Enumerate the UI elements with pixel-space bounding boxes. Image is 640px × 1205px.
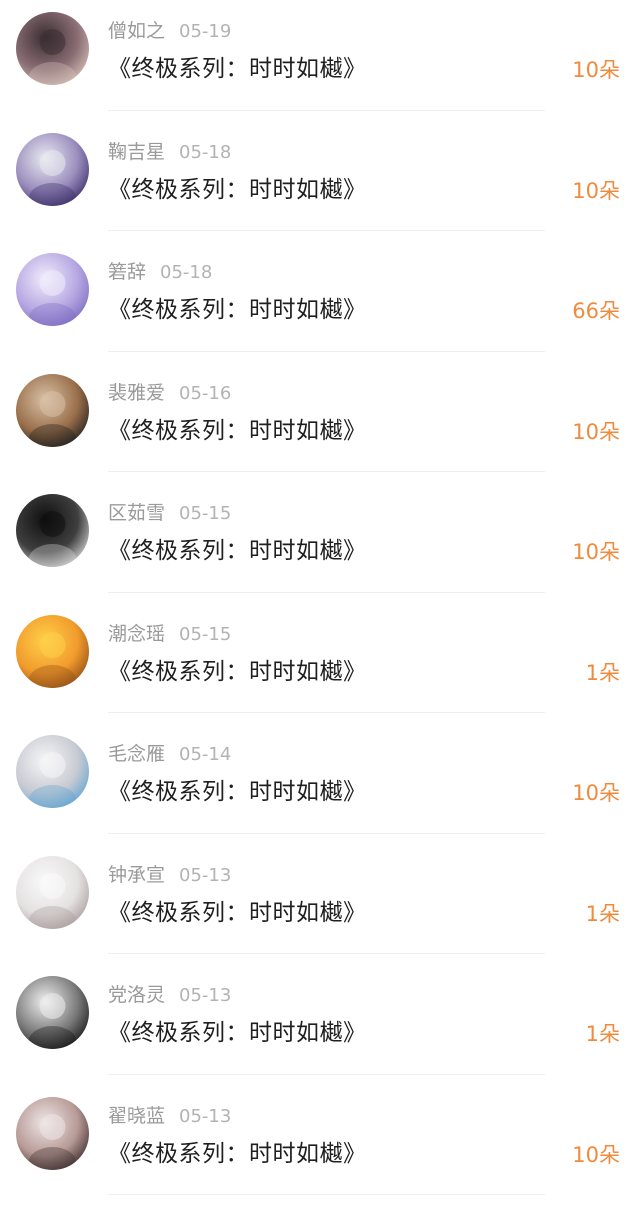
book-title: 《终极系列：时时如樾》	[108, 414, 367, 448]
sender-name[interactable]: 鞠吉星	[108, 141, 165, 163]
row-divider	[108, 953, 545, 954]
book-title: 《终极系列：时时如樾》	[108, 534, 367, 568]
gift-record-list: 僧如之05-19《终极系列：时时如樾》10朵鞠吉星05-18《终极系列：时时如樾…	[0, 0, 640, 1205]
sender-name[interactable]: 僧如之	[108, 20, 165, 42]
row-divider	[108, 471, 545, 472]
send-date: 05-13	[179, 865, 231, 886]
send-date: 05-14	[179, 744, 231, 765]
sender-meta: 区茹雪 05-15	[108, 500, 231, 526]
book-title: 《终极系列：时时如樾》	[108, 52, 367, 86]
sender-name[interactable]: 翟晓蓝	[108, 1105, 165, 1127]
avatar-bw-portrait	[16, 976, 89, 1049]
sender-name[interactable]: 箬辞	[108, 261, 146, 283]
send-date: 05-19	[179, 21, 231, 42]
list-item[interactable]: 毛念雁 05-14 《终极系列：时时如樾》 10朵	[0, 723, 640, 844]
avatar[interactable]	[16, 976, 89, 1049]
send-date: 05-18	[179, 142, 231, 163]
send-date: 05-13	[179, 985, 231, 1006]
list-item[interactable]: 裴雅爱 05-16 《终极系列：时时如樾》 10朵	[0, 362, 640, 483]
row-divider	[108, 110, 545, 111]
sender-meta: 毛念雁 05-14	[108, 741, 231, 767]
flower-amount: 10朵	[572, 55, 620, 85]
sender-meta: 僧如之 05-19	[108, 18, 231, 44]
avatar-girl-portrait	[16, 1097, 89, 1170]
sender-meta: 鞠吉星 05-18	[108, 139, 231, 165]
sender-name[interactable]: 毛念雁	[108, 743, 165, 765]
row-divider	[108, 1194, 545, 1195]
list-item[interactable]: 翟晓蓝 05-13 《终极系列：时时如樾》 10朵	[0, 1085, 640, 1205]
sender-meta: 潮念瑶 05-15	[108, 621, 231, 647]
flower-amount: 10朵	[572, 778, 620, 808]
book-title: 《终极系列：时时如樾》	[108, 896, 367, 930]
avatar-white-sketch	[16, 856, 89, 929]
sender-name[interactable]: 潮念瑶	[108, 623, 165, 645]
row-divider	[108, 712, 545, 713]
list-item[interactable]: 僧如之 05-19 《终极系列：时时如樾》 10朵	[0, 0, 640, 121]
sender-name[interactable]: 党洛灵	[108, 984, 165, 1006]
avatar[interactable]	[16, 1097, 89, 1170]
sender-meta: 翟晓蓝 05-13	[108, 1103, 231, 1129]
sender-name[interactable]: 区茹雪	[108, 502, 165, 524]
flower-amount: 1朵	[586, 1019, 620, 1049]
list-item[interactable]: 潮念瑶 05-15 《终极系列：时时如樾》 1朵	[0, 603, 640, 724]
list-item[interactable]: 鞠吉星 05-18 《终极系列：时时如樾》 10朵	[0, 121, 640, 242]
avatar[interactable]	[16, 374, 89, 447]
avatar[interactable]	[16, 12, 89, 85]
avatar-dark-figure	[16, 12, 89, 85]
sender-meta: 裴雅爱 05-16	[108, 380, 231, 406]
avatar[interactable]	[16, 735, 89, 808]
flower-amount: 10朵	[572, 176, 620, 206]
avatar-cat-sunglasses	[16, 374, 89, 447]
book-title: 《终极系列：时时如樾》	[108, 1016, 367, 1050]
row-divider	[108, 351, 545, 352]
list-item[interactable]: 钟承宣 05-13 《终极系列：时时如樾》 1朵	[0, 844, 640, 965]
book-title: 《终极系列：时时如樾》	[108, 655, 367, 689]
avatar-love-text	[16, 133, 89, 206]
send-date: 05-13	[179, 1106, 231, 1127]
book-title: 《终极系列：时时如樾》	[108, 1137, 367, 1171]
book-title: 《终极系列：时时如樾》	[108, 775, 367, 809]
flower-amount: 10朵	[572, 537, 620, 567]
sender-name[interactable]: 钟承宣	[108, 864, 165, 886]
avatar[interactable]	[16, 253, 89, 326]
row-divider	[108, 1074, 545, 1075]
flower-amount: 1朵	[586, 899, 620, 929]
avatar-dark-hair-girl	[16, 494, 89, 567]
list-item[interactable]: 箬辞 05-18 《终极系列：时时如樾》 66朵	[0, 241, 640, 362]
book-title: 《终极系列：时时如樾》	[108, 173, 367, 207]
avatar-anime-girl-lavender	[16, 253, 89, 326]
send-date: 05-18	[160, 262, 212, 283]
send-date: 05-16	[179, 383, 231, 404]
send-date: 05-15	[179, 624, 231, 645]
send-date: 05-15	[179, 503, 231, 524]
row-divider	[108, 592, 545, 593]
avatar[interactable]	[16, 494, 89, 567]
row-divider	[108, 230, 545, 231]
book-title: 《终极系列：时时如樾》	[108, 293, 367, 327]
sender-meta: 钟承宣 05-13	[108, 862, 231, 888]
sender-name[interactable]: 裴雅爱	[108, 382, 165, 404]
flower-amount: 10朵	[572, 1140, 620, 1170]
flower-amount: 10朵	[572, 417, 620, 447]
sender-meta: 党洛灵 05-13	[108, 982, 231, 1008]
avatar-sunset-city	[16, 615, 89, 688]
flower-amount: 1朵	[586, 658, 620, 688]
avatar[interactable]	[16, 856, 89, 929]
avatar-anime-white-hair	[16, 735, 89, 808]
list-item[interactable]: 党洛灵 05-13 《终极系列：时时如樾》 1朵	[0, 964, 640, 1085]
sender-meta: 箬辞 05-18	[108, 259, 212, 285]
flower-amount: 66朵	[572, 296, 620, 326]
avatar[interactable]	[16, 615, 89, 688]
list-item[interactable]: 区茹雪 05-15 《终极系列：时时如樾》 10朵	[0, 482, 640, 603]
avatar[interactable]	[16, 133, 89, 206]
row-divider	[108, 833, 545, 834]
